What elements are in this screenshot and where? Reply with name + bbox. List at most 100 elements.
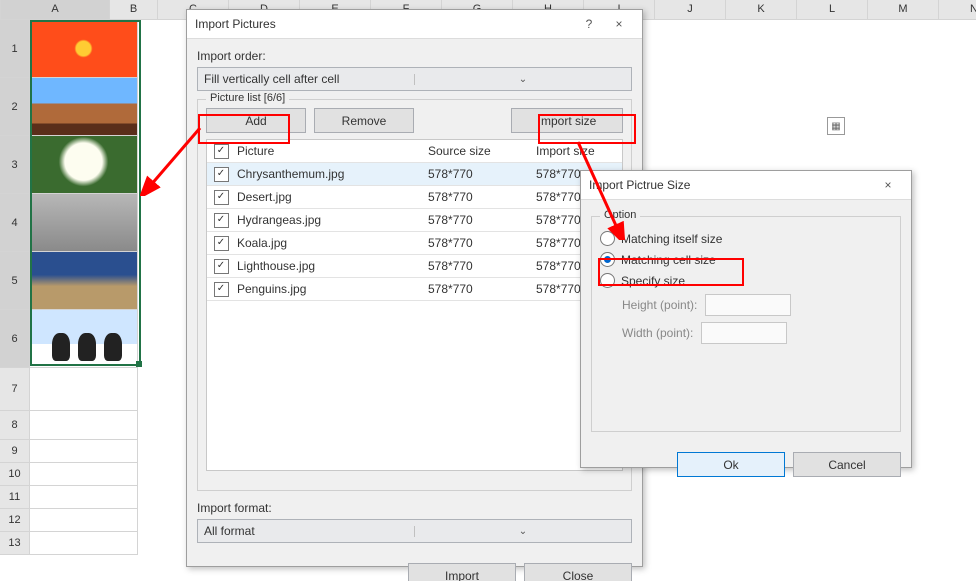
column-header[interactable]: J — [655, 0, 726, 19]
column-header[interactable]: N — [939, 0, 976, 19]
col-source[interactable]: Source size — [428, 144, 536, 158]
cell-source-size: 578*770 — [428, 190, 536, 204]
option-matching-cell[interactable]: Matching cell size — [600, 252, 892, 267]
cell[interactable] — [30, 78, 138, 136]
row-headers: 12345678910111213 — [0, 20, 30, 555]
cell[interactable] — [30, 532, 138, 555]
column-header[interactable]: M — [868, 0, 939, 19]
table-row[interactable]: ✓Lighthouse.jpg578*770578*770 — [207, 255, 622, 278]
column-header[interactable]: L — [797, 0, 868, 19]
import-format-combo[interactable]: All format ⌄ — [197, 519, 632, 543]
dialog-footer: Import Close — [187, 553, 642, 581]
column-header[interactable]: K — [726, 0, 797, 19]
table-row[interactable]: ✓Chrysanthemum.jpg578*770578*770 — [207, 163, 622, 186]
column-header[interactable]: A — [1, 0, 110, 19]
row-header[interactable]: 9 — [0, 440, 30, 463]
row-checkbox[interactable]: ✓ — [214, 282, 229, 297]
help-button[interactable]: ? — [574, 13, 604, 35]
dialog-title: Import Pictrue Size — [589, 178, 873, 192]
ok-button[interactable]: Ok — [677, 452, 785, 477]
radio-icon — [600, 252, 615, 267]
radio-icon — [600, 273, 615, 288]
picture-list-group: Picture list [6/6] Add Remove Import siz… — [197, 99, 632, 491]
cancel-button[interactable]: Cancel — [793, 452, 901, 477]
width-input — [701, 322, 787, 344]
row-header[interactable]: 13 — [0, 532, 30, 555]
cell[interactable] — [30, 486, 138, 509]
import-button[interactable]: Import — [408, 563, 516, 581]
cell[interactable] — [30, 368, 138, 411]
close-icon[interactable]: × — [604, 13, 634, 35]
inserted-picture[interactable] — [30, 20, 137, 77]
cell-picture: Lighthouse.jpg — [235, 259, 428, 273]
add-button[interactable]: Add — [206, 108, 306, 133]
option-specify-size[interactable]: Specify size — [600, 273, 892, 288]
row-checkbox[interactable]: ✓ — [214, 236, 229, 251]
row-header[interactable]: 8 — [0, 411, 30, 440]
row-header[interactable]: 12 — [0, 509, 30, 532]
cell[interactable] — [30, 310, 138, 368]
cell[interactable] — [30, 194, 138, 252]
table-row[interactable]: ✓Penguins.jpg578*770578*770 — [207, 278, 622, 301]
table-row[interactable]: ✓Koala.jpg578*770578*770 — [207, 232, 622, 255]
cell[interactable] — [30, 411, 138, 440]
row-header[interactable]: 3 — [0, 136, 30, 194]
row-header[interactable]: 2 — [0, 78, 30, 136]
inserted-picture[interactable] — [30, 310, 137, 367]
option-group: Option Matching itself size Matching cel… — [591, 216, 901, 432]
row-header[interactable]: 11 — [0, 486, 30, 509]
import-format-value: All format — [198, 524, 414, 538]
picture-table: ✓ Picture Source size Import size ✓ Chrys… — [206, 139, 623, 471]
table-header: ✓ Picture Source size Import size — [207, 140, 622, 163]
table-row[interactable]: ✓Desert.jpg578*770578*770 — [207, 186, 622, 209]
row-header[interactable]: 6 — [0, 310, 30, 368]
row-header[interactable]: 1 — [0, 20, 30, 78]
inserted-picture[interactable] — [30, 78, 137, 135]
import-order-value: Fill vertically cell after cell — [198, 72, 414, 86]
import-order-combo[interactable]: Fill vertically cell after cell ⌄ — [197, 67, 632, 91]
import-order-label: Import order: — [197, 49, 632, 63]
dialog-titlebar[interactable]: Import Pictrue Size × — [581, 171, 911, 200]
row-header[interactable]: 5 — [0, 252, 30, 310]
option-label: Specify size — [621, 274, 685, 288]
col-import[interactable]: Import size — [536, 144, 622, 158]
smart-tag-icon[interactable]: ▦ — [827, 117, 845, 135]
cell-source-size: 578*770 — [428, 167, 536, 181]
import-size-button[interactable]: Import size — [511, 108, 623, 133]
height-field: Height (point): — [622, 294, 892, 316]
option-label: Matching itself size — [621, 232, 722, 246]
row-checkbox[interactable]: ✓ — [214, 259, 229, 274]
chevron-down-icon: ⌄ — [414, 526, 631, 537]
table-row[interactable]: ✓Hydrangeas.jpg578*770578*770 — [207, 209, 622, 232]
row-header[interactable]: 7 — [0, 368, 30, 411]
row-checkbox[interactable]: ✓ — [214, 190, 229, 205]
dialog-title: Import Pictures — [195, 17, 574, 31]
row-checkbox[interactable]: ✓ — [214, 213, 229, 228]
cell[interactable] — [30, 509, 138, 532]
cell[interactable] — [30, 463, 138, 486]
chevron-down-icon: ⌄ — [414, 74, 631, 85]
close-button[interactable]: Close — [524, 563, 632, 581]
cell-picture: Koala.jpg — [235, 236, 428, 250]
cell[interactable] — [30, 136, 138, 194]
row-header[interactable]: 4 — [0, 194, 30, 252]
column-header[interactable]: B — [110, 0, 158, 19]
cell[interactable] — [30, 20, 138, 78]
cell[interactable] — [30, 440, 138, 463]
height-input — [705, 294, 791, 316]
select-all-checkbox[interactable]: ✓ — [214, 144, 229, 159]
row-header[interactable]: 10 — [0, 463, 30, 486]
remove-button[interactable]: Remove — [314, 108, 414, 133]
inserted-picture[interactable] — [30, 194, 137, 251]
col-picture[interactable]: Picture — [235, 144, 428, 158]
row-checkbox[interactable]: ✓ — [214, 167, 229, 182]
import-pictures-dialog: Import Pictures ? × Import order: Fill v… — [186, 9, 643, 567]
inserted-picture[interactable] — [30, 136, 137, 193]
option-matching-itself[interactable]: Matching itself size — [600, 231, 892, 246]
dialog-titlebar[interactable]: Import Pictures ? × — [187, 10, 642, 39]
cell-picture: Chrysanthemum.jpg — [235, 167, 428, 181]
cell[interactable] — [30, 252, 138, 310]
close-icon[interactable]: × — [873, 174, 903, 196]
inserted-picture[interactable] — [30, 252, 137, 309]
option-label: Matching cell size — [621, 253, 716, 267]
